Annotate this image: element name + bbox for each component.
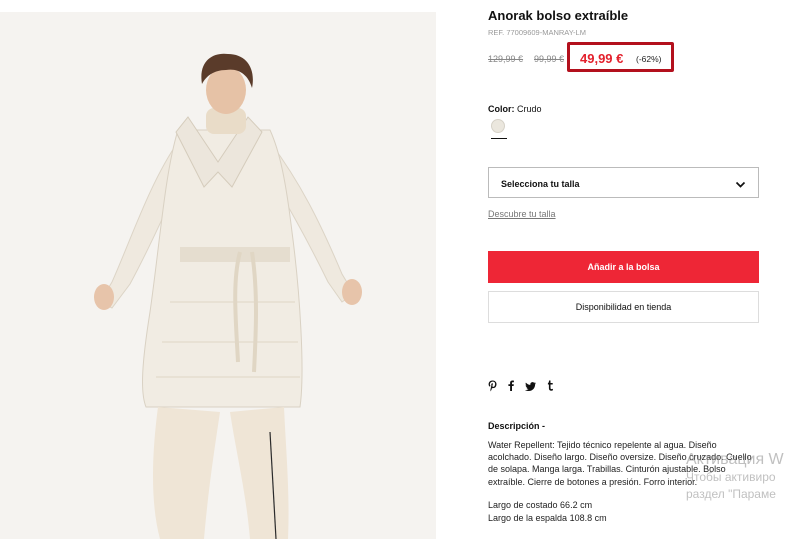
previous-price: 99,99 € bbox=[534, 54, 565, 64]
measurements: Largo de costado 66.2 cm Largo de la esp… bbox=[488, 499, 607, 524]
current-price: 49,99 € bbox=[580, 51, 624, 66]
pinterest-icon[interactable] bbox=[488, 380, 497, 397]
measurement-back-length: Largo de la espalda 108.8 cm bbox=[488, 512, 607, 523]
color-label: Color: bbox=[488, 104, 515, 114]
product-reference: REF. 77009609-MANRAY-LM bbox=[488, 28, 586, 37]
selected-swatch-indicator bbox=[491, 138, 507, 139]
color-swatch-crudo[interactable] bbox=[491, 119, 505, 133]
size-selector[interactable]: Selecciona tu talla bbox=[488, 167, 759, 198]
add-to-bag-button[interactable]: Añadir a la bolsa bbox=[488, 251, 759, 283]
product-image[interactable] bbox=[0, 12, 436, 539]
facebook-icon[interactable] bbox=[508, 380, 514, 396]
size-guide-link[interactable]: Descubre tu talla bbox=[488, 209, 556, 219]
current-price-highlight: 49,99 € (-62%) bbox=[567, 42, 674, 72]
description-text: Water Repellent: Tejido técnico repelent… bbox=[488, 439, 756, 488]
product-photo-illustration bbox=[0, 12, 436, 539]
store-availability-button[interactable]: Disponibilidad en tienda bbox=[488, 291, 759, 323]
share-icons bbox=[488, 380, 554, 396]
twitter-icon[interactable] bbox=[525, 380, 536, 396]
description-paragraph: Water Repellent: Tejido técnico repelent… bbox=[488, 440, 752, 487]
discount-percentage: (-62%) bbox=[636, 54, 662, 64]
measurement-side-length: Largo de costado 66.2 cm bbox=[488, 500, 593, 510]
color-value: Crudo bbox=[517, 104, 542, 114]
product-title: Anorak bolso extraíble bbox=[488, 8, 629, 23]
product-info-panel: Anorak bolso extraíble REF. 77009609-MAN… bbox=[488, 0, 801, 539]
description-heading[interactable]: Descripción - bbox=[488, 421, 545, 431]
chevron-down-icon bbox=[735, 177, 746, 195]
tumblr-icon[interactable] bbox=[547, 380, 554, 396]
original-price: 129,99 € bbox=[488, 54, 524, 64]
size-selector-label: Selecciona tu talla bbox=[501, 179, 580, 189]
color-info: Color: Crudo bbox=[488, 104, 542, 114]
